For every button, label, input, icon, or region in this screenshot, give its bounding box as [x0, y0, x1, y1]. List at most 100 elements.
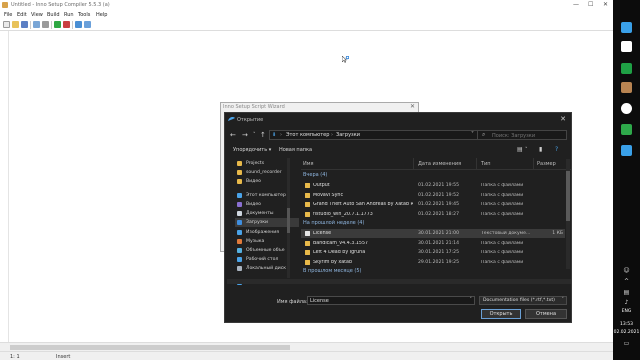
- taskbar-app-icon[interactable]: [621, 22, 632, 33]
- horizontal-scrollbar[interactable]: [0, 342, 613, 351]
- taskbar-app-icon[interactable]: [621, 41, 632, 52]
- file-row[interactable]: License 30.01.2021 21:00 Текстовый докуме.…: [301, 229, 565, 238]
- open-button[interactable]: Открыть: [481, 309, 521, 319]
- wizard-icon[interactable]: [75, 21, 82, 28]
- file-row[interactable]: Grand Theft Auto San Andreas by Xatab R.…: [301, 200, 565, 209]
- menu-file[interactable]: File: [4, 12, 12, 18]
- help-icon[interactable]: [84, 21, 91, 28]
- horizontal-scrollbar[interactable]: [227, 279, 571, 284]
- taskbar-app-icon[interactable]: [621, 63, 632, 74]
- scrollbar-thumb[interactable]: [10, 345, 290, 350]
- people-icon[interactable]: ☺: [623, 268, 630, 274]
- file-row[interactable]: Output 01.02.2021 19:55 Папка с файлами: [301, 181, 565, 190]
- column-divider[interactable]: [533, 158, 534, 170]
- desktop-icon: [237, 257, 242, 262]
- compile-icon[interactable]: [33, 21, 40, 28]
- nav-pane-scrollbar-thumb[interactable]: [287, 208, 290, 233]
- drive-icon: [237, 266, 242, 271]
- filetype-select[interactable]: Documentation files (*.rtf,*.txt) ˅: [479, 296, 567, 305]
- breadcrumb-downloads[interactable]: Загрузки: [336, 132, 360, 138]
- column-size[interactable]: Размер: [537, 161, 556, 167]
- address-dropdown-icon[interactable]: ˅: [471, 131, 474, 138]
- insert-mode: Insert: [56, 354, 71, 360]
- toolbar-separator: [72, 21, 73, 29]
- nav-item-label: Музыка: [246, 239, 265, 244]
- dialog-close-button[interactable]: ✕: [560, 115, 566, 123]
- caret-position: 1: 1: [10, 354, 20, 360]
- video-icon: [237, 202, 242, 207]
- menu-edit[interactable]: Edit: [17, 12, 27, 18]
- file-row[interactable]: flstudio_win_20.7.1.1773 01.02.2021 18:27…: [301, 210, 565, 219]
- view-dropdown-icon[interactable]: ˅: [525, 147, 528, 153]
- minimize-button[interactable]: —: [573, 1, 579, 8]
- recent-locations-icon[interactable]: ˅: [253, 132, 256, 138]
- view-options-icon[interactable]: ▤: [517, 146, 523, 153]
- file-type: Текстовый докуме...: [481, 231, 531, 236]
- column-divider[interactable]: [413, 158, 414, 170]
- save-icon[interactable]: [21, 21, 28, 28]
- column-type[interactable]: Тип: [481, 161, 491, 167]
- file-row[interactable]: Left 4 Dead by Igruha 30.01.2021 17:25 Пап…: [301, 248, 565, 257]
- column-divider[interactable]: [476, 158, 477, 170]
- stop-compile-icon[interactable]: [42, 21, 49, 28]
- menu-help[interactable]: Help: [96, 12, 107, 18]
- organize-button[interactable]: Упорядочить ▾: [233, 147, 271, 153]
- new-file-icon[interactable]: [3, 21, 10, 28]
- open-file-dialog: Открытие ✕ ← → ˅ ↑ ⬇ › Этот компьютер › …: [224, 112, 572, 323]
- dialog-app-icon: [228, 117, 235, 121]
- notifications-icon[interactable]: ▭: [623, 341, 630, 347]
- filename-field[interactable]: ˅: [307, 296, 475, 305]
- column-date[interactable]: Дата изменения: [418, 161, 461, 167]
- group-header[interactable]: В прошлом месяце (5): [303, 268, 361, 274]
- search-input[interactable]: [492, 132, 564, 139]
- up-arrow-icon[interactable]: ↑: [260, 131, 266, 139]
- file-row[interactable]: Skyrim by xatab 29.01.2021 19:25 Папка с ф…: [301, 258, 565, 267]
- close-window-button[interactable]: ✕: [603, 1, 608, 8]
- wizard-close-button[interactable]: ✕: [410, 103, 415, 110]
- language-indicator[interactable]: ENG: [613, 309, 640, 314]
- show-hidden-icons-icon[interactable]: ^: [623, 279, 630, 285]
- filetype-dropdown-icon[interactable]: ˅: [562, 297, 565, 303]
- volume-icon[interactable]: ♪: [623, 300, 630, 306]
- nav-item-label: Объемные объе: [246, 248, 285, 253]
- address-bar[interactable]: ⬇ › Этот компьютер › Загрузки ˅ ↻: [269, 130, 497, 140]
- taskbar-app-icon[interactable]: [621, 82, 632, 93]
- run-icon[interactable]: [54, 21, 61, 28]
- taskbar-app-icon[interactable]: [621, 124, 632, 135]
- menu-view[interactable]: View: [31, 12, 43, 18]
- back-arrow-icon[interactable]: ←: [230, 131, 236, 139]
- new-folder-button[interactable]: Новая папка: [279, 147, 312, 153]
- forward-arrow-icon[interactable]: →: [242, 131, 248, 139]
- taskbar-app-icon[interactable]: [621, 103, 632, 114]
- preview-pane-icon[interactable]: ▮: [539, 146, 542, 153]
- dialog-title: Открытие: [237, 117, 264, 123]
- network-icon[interactable]: ▤: [623, 290, 630, 296]
- file-row[interactable]: Bandicam_v4.4.3.1557 30.01.2021 21:14 Папк…: [301, 239, 565, 248]
- filename-input[interactable]: [310, 298, 460, 304]
- breadcrumb-this-pc[interactable]: Этот компьютер: [286, 132, 329, 138]
- file-type: Папка с файлами: [481, 211, 524, 217]
- search-box[interactable]: ⌕: [477, 130, 567, 140]
- maximize-button[interactable]: ☐: [588, 1, 593, 8]
- folder-icon: [237, 170, 242, 175]
- cancel-button[interactable]: Отмена: [525, 309, 567, 319]
- column-name[interactable]: Имя: [303, 161, 314, 167]
- clock-date[interactable]: 02.02.2021: [613, 330, 640, 335]
- file-date: 30.01.2021 21:14: [418, 240, 460, 246]
- group-header[interactable]: Вчера (4): [303, 172, 327, 178]
- terminate-icon[interactable]: [63, 21, 70, 28]
- clock-time[interactable]: 13:53: [613, 322, 640, 327]
- menu-run[interactable]: Run: [64, 12, 74, 18]
- toolbar-separator: [30, 21, 31, 29]
- menu-build[interactable]: Build: [47, 12, 60, 18]
- taskbar-app-icon[interactable]: [621, 145, 632, 156]
- menu-tools[interactable]: Tools: [78, 12, 90, 18]
- group-header[interactable]: На прошлой неделе (4): [303, 220, 364, 226]
- filename-dropdown-icon[interactable]: ˅: [470, 297, 473, 303]
- open-folder-icon[interactable]: [12, 21, 19, 28]
- file-row[interactable]: Movavi Sync 01.02.2021 19:52 Папка с файла…: [301, 191, 565, 200]
- help-icon[interactable]: ?: [555, 146, 558, 153]
- folder-icon: [305, 250, 310, 255]
- file-list-scrollbar-thumb[interactable]: [566, 171, 570, 221]
- file-date: 30.01.2021 17:25: [418, 250, 460, 255]
